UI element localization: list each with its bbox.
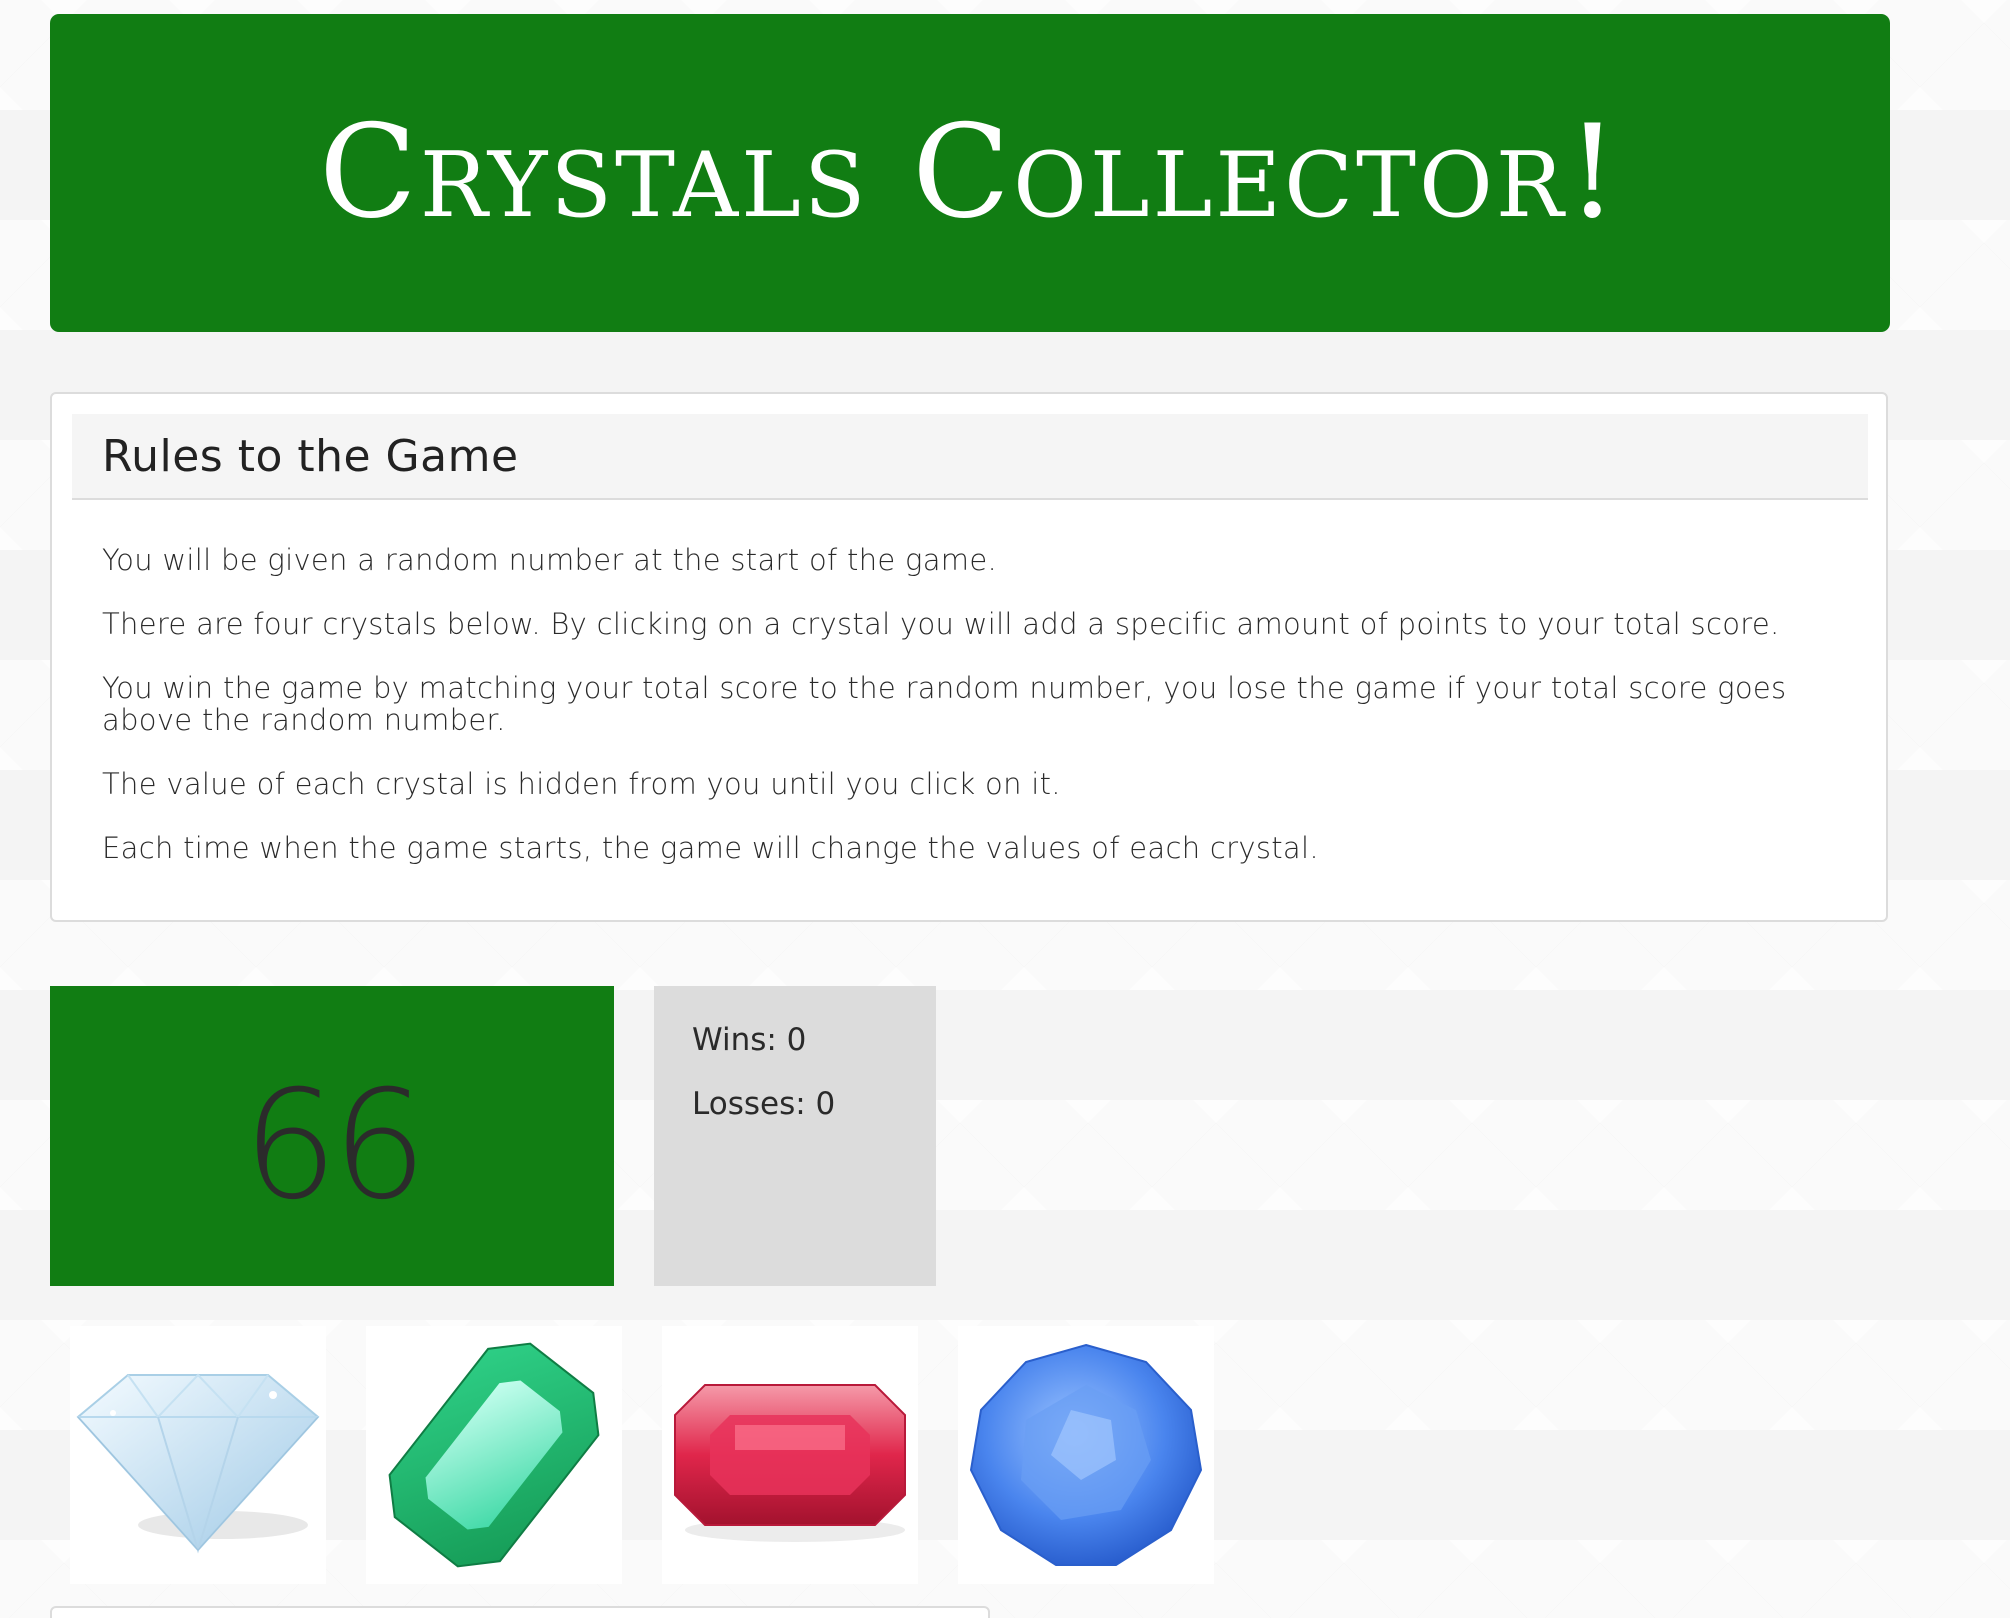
wins-count: Wins: 0 — [692, 1022, 807, 1058]
rules-heading: Rules to the Game — [102, 430, 519, 482]
rule-item: Each time when the game starts, the game… — [102, 831, 1319, 865]
rules-panel-body: You will be given a random number at the… — [102, 544, 1842, 896]
rules-panel: Rules to the Game You will be given a ra… — [50, 392, 1888, 922]
rule-item: You will be given a random number at the… — [102, 543, 998, 577]
crystal-row — [70, 1326, 1214, 1584]
rules-panel-heading: Rules to the Game — [72, 414, 1868, 500]
title-banner: Crystals Collector! — [50, 14, 1890, 332]
bottom-panel — [50, 1606, 990, 1618]
score-stats-box: Wins: 0 Losses: 0 — [654, 986, 936, 1286]
ruby-icon — [674, 1384, 906, 1542]
target-number-box: 66 — [50, 986, 614, 1286]
crystal-sapphire-button[interactable] — [958, 1326, 1214, 1584]
losses-count: Losses: 0 — [692, 1086, 836, 1122]
target-number: 66 — [242, 1059, 428, 1233]
rule-item: The value of each crystal is hidden from… — [102, 767, 1061, 801]
rule-item: You win the game by matching your total … — [102, 671, 1787, 737]
sapphire-icon — [969, 1343, 1203, 1566]
crystal-ruby-button[interactable] — [662, 1326, 918, 1584]
crystal-diamond-button[interactable] — [70, 1326, 326, 1584]
emerald-icon — [388, 1342, 600, 1568]
crystal-emerald-button[interactable] — [366, 1326, 622, 1584]
rule-item: There are four crystals below. By clicki… — [102, 607, 1780, 641]
diamond-icon — [76, 1373, 320, 1554]
page-title: Crystals Collector! — [318, 98, 1622, 247]
